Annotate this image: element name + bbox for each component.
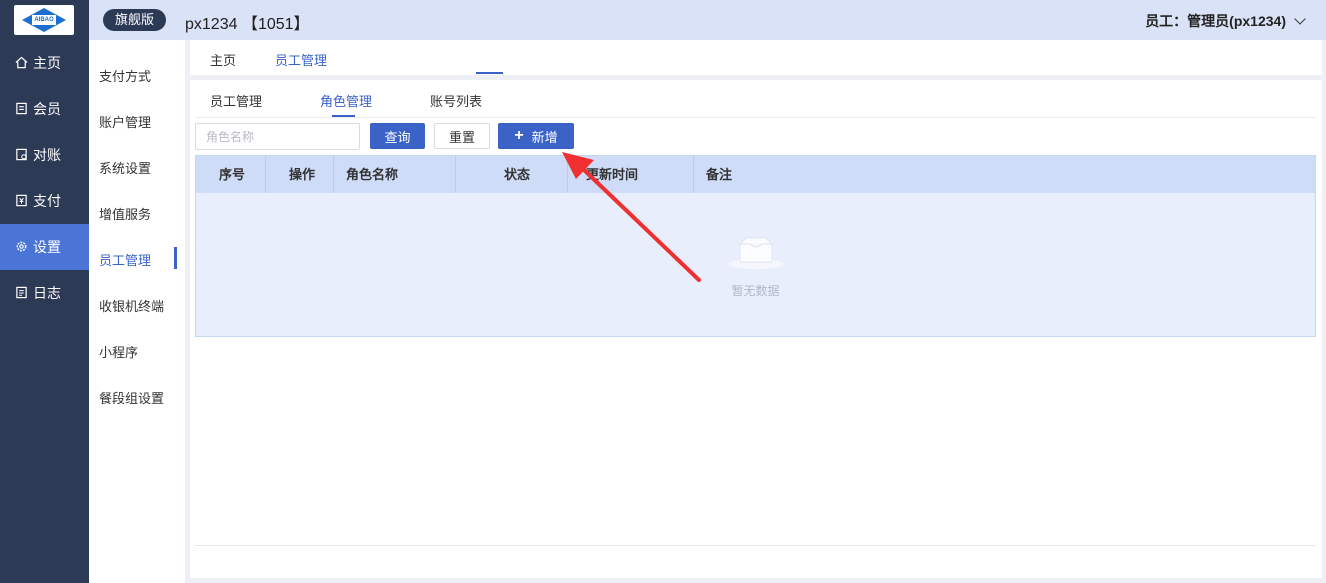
store-title: px1234 【1051】 (185, 16, 310, 33)
nav-label-payment: 支付 (33, 193, 61, 209)
role-name-input[interactable] (195, 123, 360, 150)
nav-item-reconcile[interactable]: 对账 (0, 132, 89, 178)
page-tab-active-underline (476, 72, 503, 74)
nav-label-settings: 设置 (33, 239, 61, 255)
nav-item-log[interactable]: 日志 (0, 270, 89, 316)
page-tab-staff-management[interactable]: 员工管理 (275, 50, 327, 69)
left-nav-rail: AIBAO 主页 会员 对账 支付 设置 日志 (0, 0, 89, 583)
submenu-item-pos-terminal[interactable]: 收银机终端 (99, 296, 164, 315)
tab-roles[interactable]: 角色管理 (320, 91, 372, 110)
tab-staff[interactable]: 员工管理 (210, 91, 262, 110)
nav-label-log: 日志 (33, 285, 61, 301)
settings-submenu: 支付方式 账户管理 系统设置 增值服务 员工管理 收银机终端 小程序 餐段组设置 (89, 40, 185, 583)
column-header-index: 序号 (219, 167, 246, 182)
gear-icon (14, 240, 28, 254)
column-header-actions: 操作 (289, 167, 316, 182)
reconcile-icon (14, 148, 28, 162)
logo-text: AIBAO (32, 15, 56, 25)
reset-button[interactable]: 重置 (434, 123, 490, 149)
brand-logo[interactable]: AIBAO (14, 5, 74, 35)
panel-footer-divider (195, 545, 1316, 546)
plus-icon: + (514, 127, 524, 144)
submenu-item-staff-management[interactable]: 员工管理 (99, 250, 151, 269)
user-menu[interactable]: 员工：管理员(px1234) (1145, 11, 1306, 31)
submenu-item-account-management[interactable]: 账户管理 (99, 112, 151, 131)
submenu-item-system-settings[interactable]: 系统设置 (99, 158, 151, 177)
payment-icon (14, 194, 28, 208)
empty-box-icon (726, 232, 786, 272)
column-header-status: 状态 (504, 167, 531, 182)
page-tab-home[interactable]: 主页 (210, 50, 236, 69)
submenu-item-mini-program[interactable]: 小程序 (99, 342, 138, 361)
column-header-updated-time: 更新时间 (586, 167, 639, 182)
submenu-active-indicator (174, 247, 177, 269)
edition-badge: 旗舰版 (103, 9, 167, 31)
submenu-item-meal-period[interactable]: 餐段组设置 (99, 388, 164, 407)
chevron-down-icon (1294, 13, 1306, 25)
log-icon (14, 286, 28, 300)
tab-accounts[interactable]: 账号列表 (430, 91, 482, 110)
user-name: 员工：管理员(px1234) (1145, 13, 1286, 29)
nav-label-home: 主页 (33, 55, 61, 71)
tab-divider (195, 117, 1316, 118)
query-button[interactable]: 查询 (370, 123, 425, 149)
main-panel: 员工管理 角色管理 账号列表 查询 重置 + 新增 序号 操作 角色名称 状态 … (190, 80, 1322, 578)
table-header: 序号 操作 角色名称 状态 更新时间 备注 (196, 156, 1315, 193)
nav-item-payment[interactable]: 支付 (0, 178, 89, 224)
top-bar: 旗舰版 px1234 【1051】 员工：管理员(px1234) (89, 0, 1326, 40)
nav-label-member: 会员 (33, 101, 61, 117)
submenu-item-payment-methods[interactable]: 支付方式 (99, 66, 151, 85)
add-button-label: 新增 (531, 129, 558, 145)
roles-table: 序号 操作 角色名称 状态 更新时间 备注 暂无数据 (195, 155, 1316, 337)
page-tabs: 主页 员工管理 (190, 40, 1322, 75)
home-icon (14, 56, 28, 70)
empty-state-text: 暂无数据 (731, 284, 780, 298)
column-header-role-name: 角色名称 (346, 167, 399, 182)
submenu-item-value-added[interactable]: 增值服务 (99, 204, 151, 223)
column-header-remark: 备注 (706, 167, 733, 182)
nav-label-reconcile: 对账 (33, 147, 61, 163)
add-button[interactable]: + 新增 (498, 123, 574, 149)
nav-item-home[interactable]: 主页 (0, 40, 89, 86)
member-icon (14, 102, 28, 116)
nav-item-member[interactable]: 会员 (0, 86, 89, 132)
nav-item-settings[interactable]: 设置 (0, 224, 89, 270)
